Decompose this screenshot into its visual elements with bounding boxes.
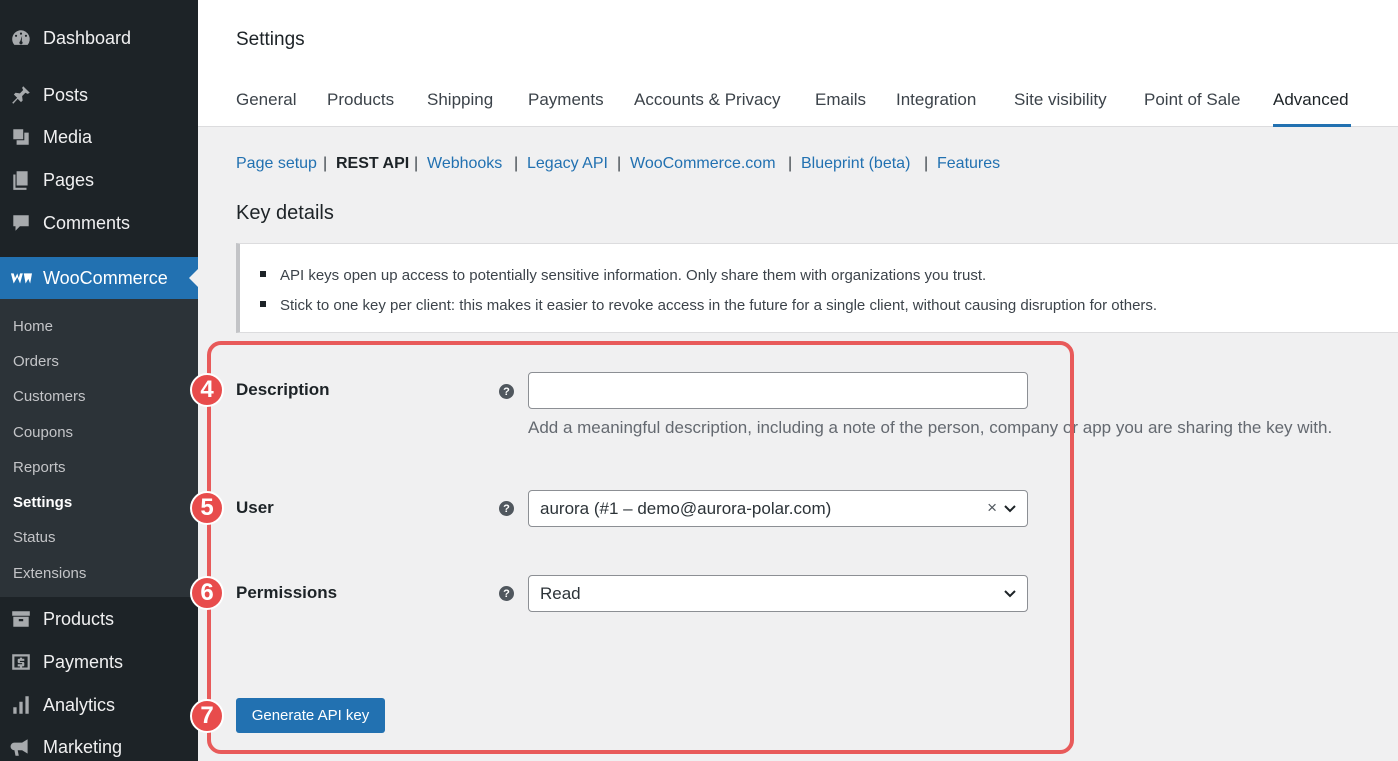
tab-integration[interactable]: Integration — [896, 90, 976, 110]
woocommerce-submenu: Home Orders Customers Coupons Reports Se… — [0, 299, 198, 597]
pin-icon — [9, 83, 33, 107]
megaphone-icon — [9, 735, 33, 759]
active-tab-indicator — [1273, 124, 1351, 127]
annotation-highlight-box — [207, 341, 1074, 754]
sidebar-item-products[interactable]: Products — [0, 605, 198, 633]
admin-sidebar: Dashboard Posts Media Pages Comments Woo… — [0, 0, 198, 761]
submenu-item-orders[interactable]: Orders — [13, 353, 59, 370]
sidebar-item-label: Comments — [43, 212, 131, 233]
sidebar-item-label: Marketing — [43, 736, 123, 757]
subnav-separator: | — [323, 155, 328, 172]
subnav-legacy-api[interactable]: Legacy API — [527, 155, 608, 173]
subnav-features[interactable]: Features — [937, 155, 1000, 173]
sidebar-item-label: WooCommerce — [43, 267, 168, 288]
sidebar-item-payments[interactable]: Payments — [0, 648, 198, 676]
subnav-woocommerce-com[interactable]: WooCommerce.com — [630, 155, 776, 173]
sidebar-item-label: Payments — [43, 651, 124, 672]
subnav-separator: | — [924, 155, 929, 172]
info-notice: API keys open up access to potentially s… — [236, 243, 1398, 333]
notice-item: API keys open up access to potentially s… — [260, 267, 986, 284]
sidebar-item-label: Posts — [43, 84, 89, 105]
submenu-item-coupons[interactable]: Coupons — [13, 424, 73, 441]
submenu-item-home[interactable]: Home — [13, 318, 53, 335]
tab-payments[interactable]: Payments — [528, 90, 604, 110]
subnav-separator: | — [617, 155, 622, 172]
submenu-item-extensions[interactable]: Extensions — [13, 565, 86, 582]
tab-site-visibility[interactable]: Site visibility — [1014, 90, 1107, 110]
submenu-item-settings[interactable]: Settings — [13, 494, 72, 511]
tab-emails[interactable]: Emails — [815, 90, 866, 110]
sidebar-item-woocommerce[interactable]: WooCommerce — [0, 257, 198, 299]
sidebar-item-label: Pages — [43, 169, 95, 190]
pages-icon — [9, 168, 33, 192]
sidebar-item-analytics[interactable]: Analytics — [0, 691, 198, 719]
step-badge-6: 6 — [190, 576, 224, 610]
settings-header: Settings General Products Shipping Payme… — [198, 0, 1398, 127]
sidebar-item-media[interactable]: Media — [0, 123, 198, 151]
subnav-webhooks[interactable]: Webhooks — [427, 155, 502, 173]
tab-advanced[interactable]: Advanced — [1273, 90, 1349, 110]
dollar-icon — [9, 650, 33, 674]
tab-shipping[interactable]: Shipping — [427, 90, 493, 110]
bullet — [260, 271, 266, 278]
sidebar-item-posts[interactable]: Posts — [0, 81, 198, 109]
step-badge-7: 7 — [190, 699, 224, 733]
submenu-item-customers[interactable]: Customers — [13, 388, 86, 405]
woocommerce-icon — [9, 266, 33, 290]
sidebar-item-pages[interactable]: Pages — [0, 166, 198, 194]
subnav-page-setup[interactable]: Page setup — [236, 155, 317, 173]
sidebar-item-label: Analytics — [43, 694, 116, 715]
tab-products[interactable]: Products — [327, 90, 394, 110]
notice-item: Stick to one key per client: this makes … — [260, 297, 1157, 314]
subnav-separator: | — [514, 155, 519, 172]
sidebar-item-marketing[interactable]: Marketing — [0, 733, 198, 761]
sidebar-item-label: Products — [43, 608, 115, 629]
comment-icon — [9, 211, 33, 235]
sidebar-item-label: Media — [43, 126, 93, 147]
step-badge-5: 5 — [190, 491, 224, 525]
tab-point-of-sale[interactable]: Point of Sale — [1144, 90, 1240, 110]
page-title: Settings — [236, 29, 305, 50]
media-icon — [9, 125, 33, 149]
archive-icon — [9, 607, 33, 631]
sidebar-item-comments[interactable]: Comments — [0, 209, 198, 237]
bullet — [260, 301, 266, 308]
sidebar-item-label: Dashboard — [43, 27, 132, 48]
submenu-item-status[interactable]: Status — [13, 529, 56, 546]
chart-icon — [9, 693, 33, 717]
subnav-blueprint[interactable]: Blueprint (beta) — [801, 155, 910, 173]
current-menu-arrow — [189, 269, 198, 287]
subnav-separator: | — [788, 155, 793, 172]
subnav-separator: | — [414, 155, 419, 172]
submenu-item-reports[interactable]: Reports — [13, 459, 66, 476]
dashboard-icon — [9, 26, 33, 50]
subnav-rest-api[interactable]: REST API — [336, 155, 409, 173]
notice-text: Stick to one key per client: this makes … — [280, 297, 1158, 314]
sidebar-item-dashboard[interactable]: Dashboard — [0, 24, 198, 52]
tab-general[interactable]: General — [236, 90, 296, 110]
section-title: Key details — [236, 202, 334, 224]
step-badge-4: 4 — [190, 373, 224, 407]
notice-text: API keys open up access to potentially s… — [280, 267, 987, 284]
tab-accounts-privacy[interactable]: Accounts & Privacy — [634, 90, 780, 110]
